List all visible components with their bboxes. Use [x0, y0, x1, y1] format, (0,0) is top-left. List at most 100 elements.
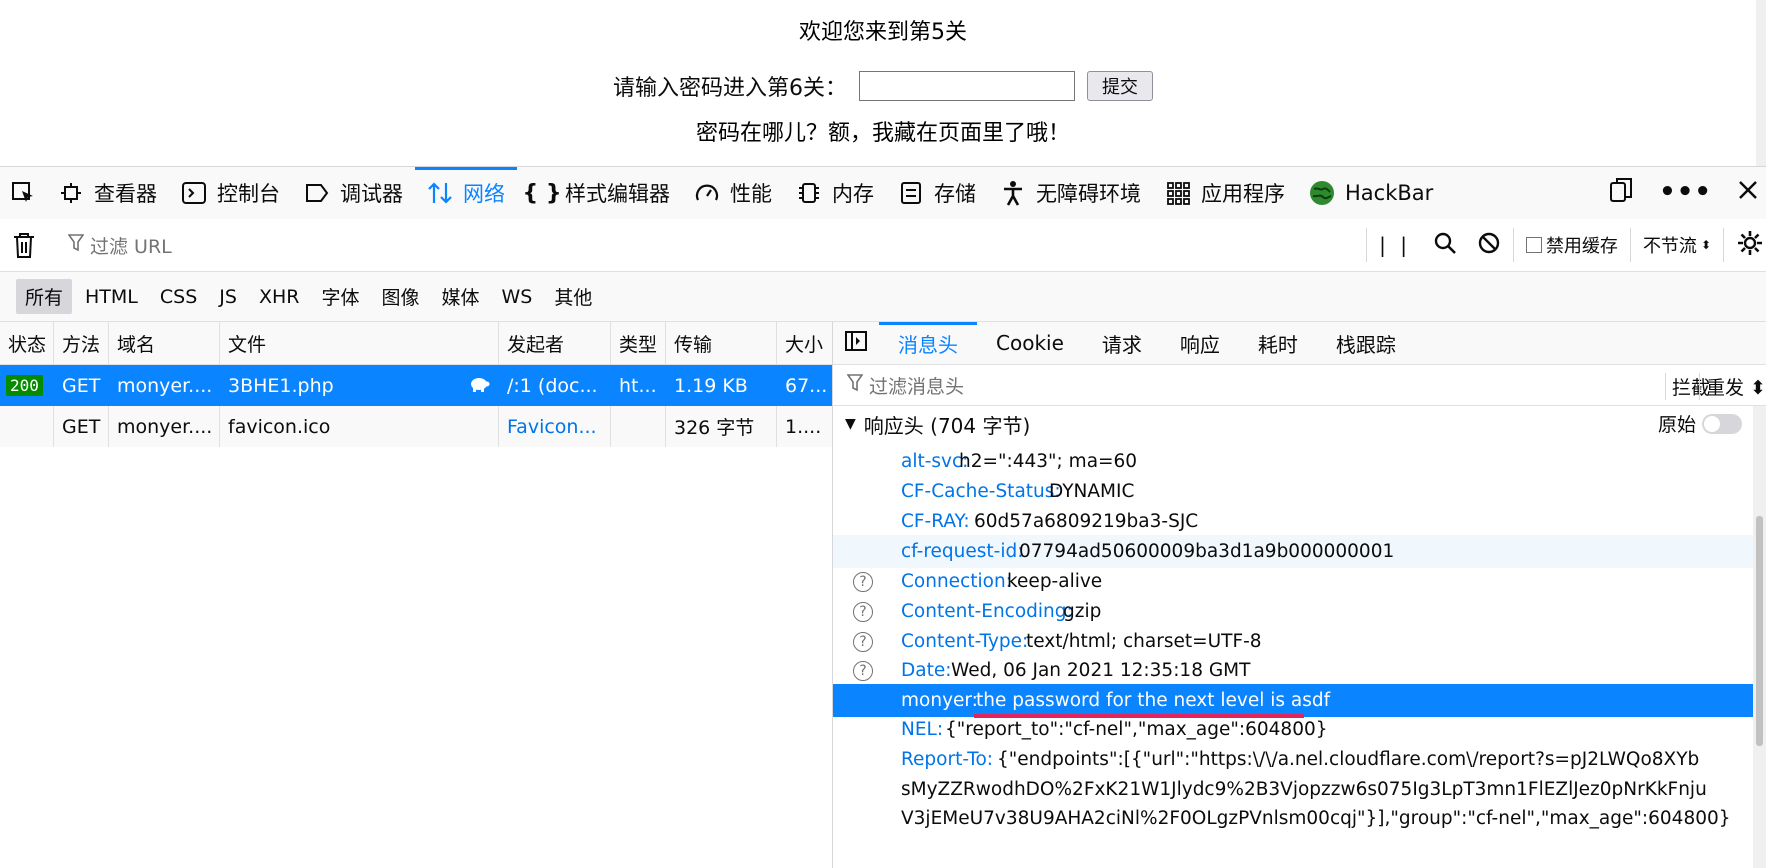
throttle-select[interactable]: 不节流 ⬍ — [1643, 232, 1711, 258]
type-cell: ht... — [611, 365, 666, 406]
request-list: 状态 方法 域名 文件 发起者 类型 传输 大小 200 GET monyer.… — [0, 322, 833, 868]
search-icon[interactable] — [1433, 231, 1457, 259]
scroll-thumb[interactable] — [1756, 516, 1763, 746]
col-file[interactable]: 文件 — [220, 322, 499, 364]
tab-performance[interactable]: 性能 — [682, 167, 784, 219]
accessibility-icon — [1000, 180, 1026, 206]
col-status[interactable]: 状态 — [0, 322, 54, 364]
divider — [1512, 228, 1514, 262]
raw-toggle[interactable]: 原始 — [1658, 410, 1742, 437]
type-filter-xhr[interactable]: XHR — [250, 282, 309, 312]
tab-application-label: 应用程序 — [1201, 182, 1285, 206]
col-type[interactable]: 类型 — [611, 322, 666, 364]
dock-toggle-icon[interactable] — [1609, 177, 1633, 207]
header-row-cf-cache-status[interactable]: CF-Cache-Status: DYNAMIC — [833, 475, 1753, 508]
tab-timings[interactable]: 耗时 — [1239, 322, 1317, 364]
type-filter-ws[interactable]: WS — [493, 282, 542, 312]
tab-memory[interactable]: 内存 — [784, 167, 886, 219]
tab-inspector[interactable]: 查看器 — [46, 167, 169, 219]
header-row-content-encoding[interactable]: ? Content-Encoding: gzip — [833, 595, 1753, 628]
header-value-continued: V3jEMeU7v38U9AHA2ciNl%2F0OLgzPVnlsm00cqj… — [901, 808, 1731, 829]
tab-stack-trace[interactable]: 栈跟踪 — [1317, 322, 1415, 364]
tab-style-editor[interactable]: { } 样式编辑器 — [517, 167, 682, 219]
section-title: 响应头 (704 字节) — [863, 413, 1031, 438]
header-name: Content-Encoding: — [901, 601, 1073, 622]
help-question-icon[interactable]: ? — [853, 660, 873, 681]
type-filter-fonts[interactable]: 字体 — [312, 279, 368, 314]
details-scrollbar[interactable] — [1753, 406, 1766, 868]
col-size[interactable]: 大小 — [777, 322, 832, 364]
settings-gear-icon[interactable] — [1736, 229, 1764, 261]
tab-headers[interactable]: 消息头 — [879, 322, 977, 364]
password-prompt: 请输入密码进入第6关： — [613, 76, 847, 101]
help-question-icon[interactable]: ? — [853, 601, 873, 622]
type-filter-images[interactable]: 图像 — [372, 279, 428, 314]
headers-filter: 过滤消息头 拦截 重发 ⬍ — [833, 365, 1766, 406]
col-domain[interactable]: 域名 — [109, 322, 220, 364]
tab-hackbar[interactable]: HackBar — [1297, 167, 1445, 219]
table-row[interactable]: 200 GET monyer.... 3BHE1.php /:1 (doc...… — [0, 365, 832, 406]
pause-icon[interactable]: | | — [1379, 233, 1411, 257]
tab-storage[interactable]: 存储 — [886, 167, 988, 219]
table-row[interactable]: GET monyer.... favicon.ico Favicon... 32… — [0, 406, 832, 447]
col-transferred[interactable]: 传输 — [666, 322, 777, 364]
header-value: {"endpoints":[{"url":"https:\/\/a.nel.cl… — [997, 749, 1700, 770]
tab-response[interactable]: 响应 — [1161, 322, 1239, 364]
header-row-date[interactable]: ? Date: Wed, 06 Jan 2021 12:35:18 GMT — [833, 654, 1753, 687]
header-value: 07794ad50600009ba3d1a9b000000001 — [1019, 541, 1395, 562]
tab-console[interactable]: 控制台 — [169, 167, 292, 219]
clear-trash-icon[interactable] — [12, 231, 36, 263]
type-filter-js[interactable]: JS — [210, 282, 246, 312]
resend-button[interactable]: 重发 ⬍ — [1699, 373, 1766, 400]
header-row-report-to[interactable]: Report-To: {"endpoints":[{"url":"https:\… — [833, 743, 1753, 776]
filter-headers-input[interactable]: 过滤消息头 — [869, 372, 964, 399]
tab-application[interactable]: 应用程序 — [1153, 167, 1297, 219]
header-row-report-to-cont: V3jEMeU7v38U9AHA2ciNl%2F0OLgzPVnlsm00cqj… — [833, 802, 1753, 835]
header-row-cf-request-id[interactable]: cf-request-id: 07794ad50600009ba3d1a9b00… — [833, 535, 1753, 568]
size-cell: 67... — [785, 374, 828, 397]
header-row-alt-svc[interactable]: alt-svc: h2=":443"; ma=60 — [833, 445, 1753, 478]
braces-icon: { } — [522, 180, 562, 206]
page-scrollbar[interactable] — [1756, 0, 1766, 166]
element-picker-button[interactable] — [0, 167, 46, 219]
header-value: keep-alive — [1007, 571, 1103, 592]
close-devtools-icon[interactable] — [1738, 180, 1758, 204]
tab-cookie[interactable]: Cookie — [977, 322, 1083, 364]
type-filter-css[interactable]: CSS — [151, 282, 206, 312]
status-cell — [0, 406, 54, 447]
tab-accessibility[interactable]: 无障碍环境 — [988, 167, 1153, 219]
type-filter-all[interactable]: 所有 — [16, 279, 73, 314]
header-row-nel[interactable]: NEL: {"report_to":"cf-nel","max_age":604… — [833, 713, 1753, 746]
type-filter-media[interactable]: 媒体 — [433, 279, 489, 314]
col-method[interactable]: 方法 — [54, 322, 109, 364]
toggle-switch — [1702, 413, 1742, 434]
help-question-icon[interactable]: ? — [853, 631, 873, 652]
header-value-continued: sMyZZRwodhDO%2FxK21W1Jlydc9%2B3Vjopzzw6s… — [901, 779, 1707, 800]
col-initiator[interactable]: 发起者 — [499, 322, 611, 364]
header-value: DYNAMIC — [1049, 481, 1135, 502]
tab-debugger[interactable]: 调试器 — [292, 167, 415, 219]
password-form: 请输入密码进入第6关： 提交 — [0, 70, 1766, 102]
disable-cache-label: 禁用缓存 — [1545, 236, 1618, 257]
more-options-icon[interactable]: ••• — [1659, 177, 1712, 207]
block-icon[interactable] — [1477, 231, 1501, 259]
gauge-icon — [694, 180, 720, 206]
grid-apps-icon — [1165, 180, 1191, 206]
sidebar-toggle-icon[interactable] — [845, 331, 867, 355]
help-question-icon[interactable]: ? — [853, 571, 873, 592]
tab-network[interactable]: 网络 — [415, 167, 517, 219]
type-filter-html[interactable]: HTML — [76, 282, 147, 312]
header-row-connection[interactable]: ? Connection: keep-alive — [833, 565, 1753, 598]
disable-cache-checkbox[interactable]: 禁用缓存 — [1525, 232, 1618, 258]
filter-funnel-icon — [846, 373, 864, 397]
submit-button[interactable]: 提交 — [1087, 71, 1153, 101]
network-icon — [427, 180, 453, 206]
response-headers-section[interactable]: ▼ 响应头 (704 字节) 原始 — [833, 406, 1766, 442]
password-input[interactable] — [859, 71, 1075, 101]
initiator-cell[interactable]: Favicon... — [499, 406, 611, 447]
filter-url-input[interactable]: 过滤 URL — [67, 219, 172, 271]
header-row-cf-ray[interactable]: CF-RAY: 60d57a6809219ba3-SJC — [833, 505, 1753, 538]
tab-storage-label: 存储 — [934, 182, 976, 206]
type-filter-other[interactable]: 其他 — [545, 279, 601, 314]
tab-request[interactable]: 请求 — [1083, 322, 1161, 364]
